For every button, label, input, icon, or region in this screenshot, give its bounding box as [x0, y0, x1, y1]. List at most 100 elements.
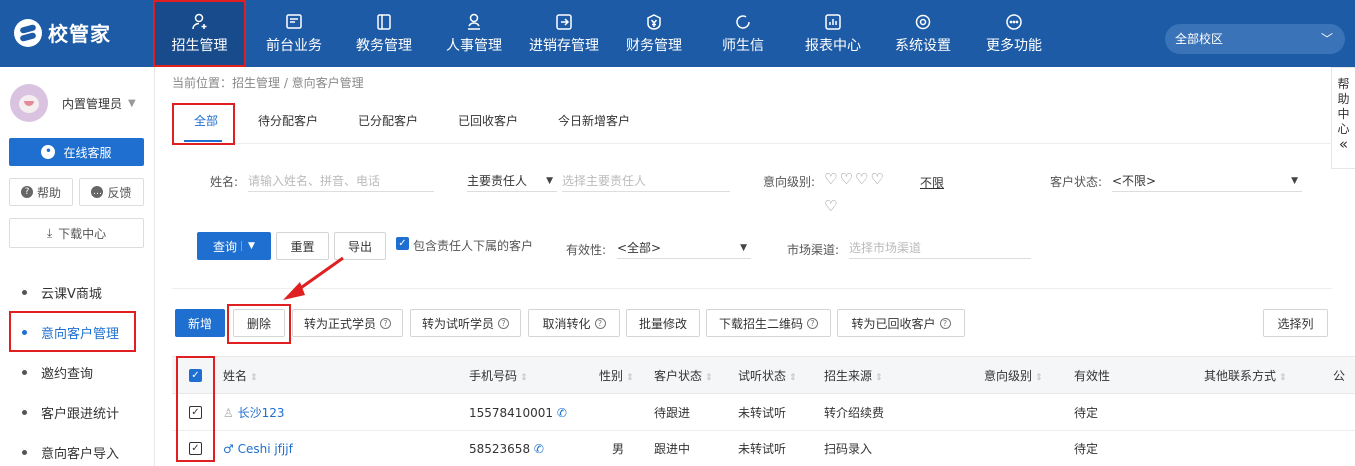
app-logo[interactable]: 校管家	[14, 18, 111, 47]
sidebar-item-invitation-query[interactable]: 邀约查询	[22, 362, 93, 382]
row-status: 跟进中	[654, 442, 691, 456]
col-validity[interactable]: 有效性	[1074, 357, 1110, 395]
owner-input[interactable]: 选择主要责任人	[562, 170, 730, 192]
col-source[interactable]: 招生来源 ⇕	[824, 357, 883, 395]
caret-down-icon: ▼	[1291, 176, 1298, 186]
choose-columns-button[interactable]: 选择列	[1263, 309, 1328, 337]
to-formal-button[interactable]: 转为正式学员 ?	[292, 309, 403, 337]
question-icon: ?	[498, 317, 509, 329]
col-phone[interactable]: 手机号码 ⇕	[469, 357, 528, 395]
table-row[interactable]: ✓ ♂ Ceshi jfjjf 58523658 ✆ 男 跟进中 未转试听 扫码…	[172, 431, 1355, 466]
tab-recycled[interactable]: 已回收客户	[458, 100, 518, 142]
user-profile[interactable]: 内置管理员 ▼	[10, 84, 136, 122]
help-button[interactable]: ? 帮助	[9, 178, 73, 206]
level-heart-extra[interactable]: ♡	[824, 197, 839, 215]
sidebar-item-import[interactable]: 意向客户导入	[22, 442, 119, 462]
name-filter-input[interactable]: 请输入姓名、拼音、电话	[248, 170, 434, 192]
query-button[interactable]: 查询 ▼	[197, 232, 271, 260]
chevron-down-icon: ﹀	[1320, 32, 1333, 46]
cancel-convert-label: 取消转化	[542, 316, 591, 331]
channel-input[interactable]: 选择市场渠道	[849, 237, 1031, 259]
query-label: 查询	[213, 239, 238, 254]
download-label: 下载中心	[58, 226, 107, 241]
validity-select[interactable]: <全部> ▼	[617, 237, 751, 259]
nav-label: 人事管理	[446, 37, 502, 54]
nav-hr[interactable]: 人事管理	[436, 0, 512, 67]
logo-text: 校管家	[48, 22, 111, 46]
col-label: 其他联系方式	[1204, 369, 1277, 383]
to-recycled-button[interactable]: 转为已回收客户 ?	[837, 309, 965, 337]
table-header: ✓ 姓名 ⇕ 手机号码 ⇕ 性别 ⇕ 客户状态 ⇕ 试听状态 ⇕ 招生来源 ⇕ 意向级别 ⇕ …	[172, 356, 1355, 394]
col-public[interactable]: 公	[1333, 357, 1345, 395]
row-name[interactable]: ♂ Ceshi jfjjf	[223, 431, 293, 466]
help-label: 帮助	[36, 185, 61, 200]
nav-label: 进销存管理	[529, 37, 599, 54]
nav-inventory[interactable]: 进销存管理	[522, 0, 606, 67]
col-trial[interactable]: 试听状态 ⇕	[738, 357, 797, 395]
sidebar-item-mall[interactable]: 云课V商城	[22, 282, 102, 302]
nav-frontdesk[interactable]: 前台业务	[256, 0, 332, 67]
nav-settings[interactable]: 系统设置	[885, 0, 961, 67]
download-center-button[interactable]: ⤓ 下载中心	[9, 218, 144, 248]
validity-value: <全部>	[617, 241, 662, 255]
download-qr-button[interactable]: 下载招生二维码 ?	[706, 309, 831, 337]
col-name[interactable]: 姓名 ⇕	[223, 357, 258, 395]
col-label: 意向级别	[984, 369, 1033, 383]
phone-icon[interactable]: ✆	[557, 406, 567, 420]
include-sub-checkbox[interactable]: ✓	[396, 237, 409, 250]
tab-today-new[interactable]: 今日新增客户	[558, 100, 630, 142]
question-icon: ?	[807, 317, 818, 329]
col-level[interactable]: 意向级别 ⇕	[984, 357, 1043, 395]
sidebar-item-followup-stats[interactable]: 客户跟进统计	[22, 402, 119, 422]
status-select[interactable]: <不限> ▼	[1112, 170, 1302, 192]
batch-edit-button[interactable]: 批量修改	[626, 309, 700, 337]
col-gender[interactable]: 性别 ⇕	[599, 357, 634, 395]
row-validity: 待定	[1074, 406, 1099, 420]
row-name-link[interactable]: Ceshi jfjjf	[238, 442, 293, 456]
male-icon: ♂	[223, 442, 234, 456]
cancel-convert-button[interactable]: 取消转化 ?	[528, 309, 620, 337]
col-other-contact[interactable]: 其他联系方式 ⇕	[1204, 357, 1287, 395]
owner-type-select[interactable]: 主要责任人 ▼	[467, 170, 557, 192]
nav-teacher-student[interactable]: 师生信	[707, 0, 779, 67]
tabs-divider	[172, 143, 1332, 144]
row-name-link[interactable]: 长沙123	[238, 406, 285, 420]
sort-icon: ⇕	[1035, 373, 1043, 383]
breadcrumb: 当前位置：招生管理 / 意向客户管理	[172, 76, 364, 90]
person-icon	[465, 13, 483, 31]
online-service-label: 在线客服	[63, 145, 112, 160]
nav-reports[interactable]: 报表中心	[795, 0, 871, 67]
report-icon	[824, 13, 842, 31]
level-no-limit-link[interactable]: 不限	[920, 174, 944, 191]
nav-label: 招生管理	[171, 37, 228, 54]
sidebar-item-label: 云课V商城	[41, 286, 102, 302]
col-status[interactable]: 客户状态 ⇕	[654, 357, 713, 395]
nav-label: 教务管理	[356, 37, 412, 54]
nav-academic[interactable]: 教务管理	[346, 0, 422, 67]
row-name[interactable]: ♙ 长沙123	[223, 395, 285, 431]
tab-assigned[interactable]: 已分配客户	[358, 100, 418, 142]
nav-finance[interactable]: 财务管理	[616, 0, 692, 67]
reset-button[interactable]: 重置	[276, 232, 329, 260]
table-row[interactable]: ✓ ♙ 长沙123 15578410001 ✆ 待跟进 未转试听 转介绍续费 待…	[172, 395, 1355, 431]
nav-label: 系统设置	[895, 37, 951, 54]
to-trial-button[interactable]: 转为试听学员 ?	[410, 309, 521, 337]
nav-label: 更多功能	[986, 37, 1042, 54]
nav-label: 报表中心	[805, 37, 861, 54]
help-center-tab[interactable]: 帮 助 中 心 «	[1331, 67, 1355, 169]
to-recycled-label: 转为已回收客户	[851, 316, 936, 331]
campus-selector[interactable]: 全部校区 ﹀	[1165, 24, 1345, 54]
tab-unassigned[interactable]: 待分配客户	[258, 100, 318, 142]
nav-recruitment[interactable]: 招生管理	[153, 0, 246, 67]
online-service-button[interactable]: • 在线客服	[9, 138, 144, 166]
level-hearts[interactable]: ♡♡♡♡	[824, 170, 886, 188]
status-filter-label: 客户状态:	[1050, 175, 1103, 189]
finance-icon	[645, 13, 663, 31]
feedback-button[interactable]: … 反馈	[79, 178, 144, 206]
nav-more[interactable]: 更多功能	[976, 0, 1052, 67]
export-button[interactable]: 导出	[334, 232, 386, 260]
validity-label: 有效性:	[566, 243, 607, 257]
new-button[interactable]: 新增	[175, 309, 225, 337]
highlight-box	[176, 356, 215, 462]
phone-icon[interactable]: ✆	[534, 442, 544, 456]
